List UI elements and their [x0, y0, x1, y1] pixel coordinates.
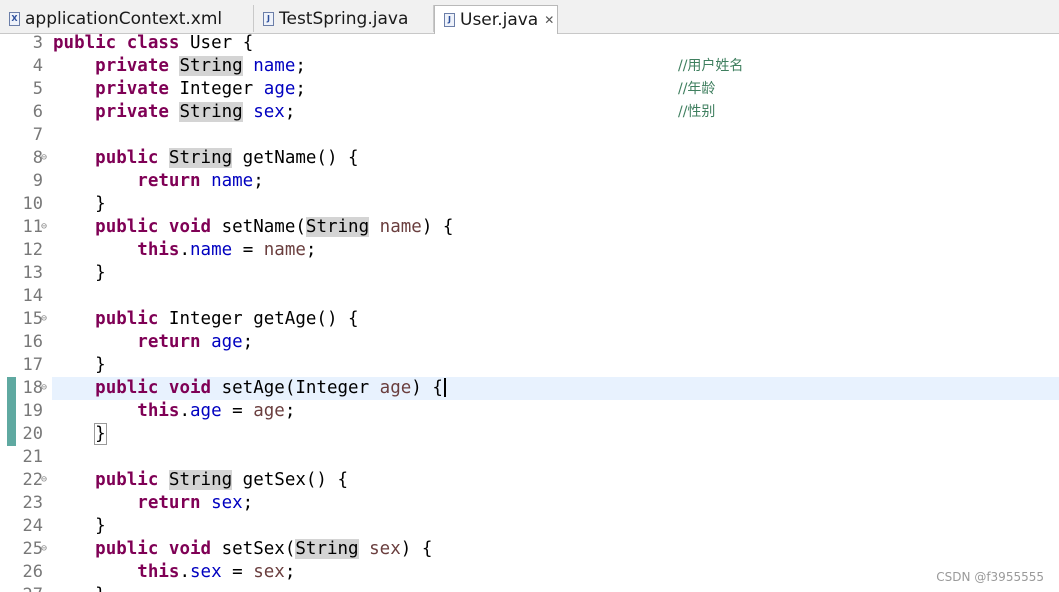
- line-number: 21: [22, 447, 43, 467]
- line-number: 16: [22, 332, 43, 352]
- line-number: 9: [32, 171, 43, 191]
- line-number: 6: [32, 102, 43, 122]
- tab-testspring-java[interactable]: J TestSpring.java: [254, 5, 434, 32]
- code-line: 17 }: [0, 354, 1059, 377]
- code-line: 8 ⊖ public String getName() {: [0, 147, 1059, 170]
- code-text: return age;: [137, 332, 254, 352]
- line-number: 3: [32, 34, 43, 53]
- code-line: 25 ⊖ public void setSex(String sex) {: [0, 538, 1059, 561]
- line-number: 7: [32, 125, 43, 145]
- code-line: 11 ⊖ public void setName(String name) {: [0, 216, 1059, 239]
- code-text: public String getName() {: [95, 148, 359, 168]
- code-line: 14: [0, 285, 1059, 308]
- line-number: 17: [22, 355, 43, 375]
- fold-icon[interactable]: ⊖: [41, 383, 47, 393]
- fold-icon[interactable]: ⊖: [41, 544, 47, 554]
- code-line: 9 return name;: [0, 170, 1059, 193]
- code-text: private String sex;: [95, 102, 296, 122]
- code-comment: //年龄: [678, 81, 716, 97]
- code-comment: //性别: [678, 104, 716, 120]
- xml-file-icon: X: [9, 11, 20, 26]
- line-number: 24: [22, 516, 43, 536]
- code-line: 5 private Integer age; //年龄: [0, 78, 1059, 101]
- line-number: 4: [32, 56, 43, 76]
- close-icon[interactable]: ✕: [544, 13, 554, 27]
- line-number: 10: [22, 194, 43, 214]
- text-caret: [443, 378, 446, 397]
- tab-label: User.java: [460, 10, 539, 30]
- code-text: this.name = name;: [137, 240, 317, 260]
- code-text: }: [95, 355, 106, 375]
- code-text: private String name;: [95, 56, 306, 76]
- line-number: 11: [22, 217, 43, 237]
- code-line: 3 public class User {: [0, 34, 1059, 55]
- code-text: public Integer getAge() {: [95, 309, 359, 329]
- line-number: 22: [22, 470, 43, 490]
- code-text: public String getSex() {: [95, 470, 349, 490]
- tab-applicationcontext-xml[interactable]: X applicationContext.xml: [0, 5, 254, 32]
- matching-bracket: }: [94, 423, 107, 445]
- code-text: }: [53, 584, 106, 592]
- code-text: }: [53, 423, 107, 446]
- code-text: public void setName(String name) {: [95, 217, 454, 237]
- code-line: 10 }: [0, 193, 1059, 216]
- fold-icon[interactable]: ⊖: [41, 314, 47, 324]
- code-text: this.sex = sex;: [137, 562, 296, 582]
- code-text: }: [95, 194, 106, 214]
- line-number: 14: [22, 286, 43, 306]
- line-number: 8: [32, 148, 43, 168]
- code-text: }: [95, 516, 106, 536]
- tab-label: applicationContext.xml: [25, 8, 223, 29]
- editor-tab-bar: X applicationContext.xml J TestSpring.ja…: [0, 0, 1059, 34]
- line-number: 25: [22, 539, 43, 559]
- line-number: 19: [22, 401, 43, 421]
- code-text: this.age = age;: [137, 401, 296, 421]
- code-line: 26 this.sex = sex;: [0, 561, 1059, 584]
- code-text: public void setSex(String sex) {: [95, 539, 433, 559]
- line-number: 18: [22, 378, 43, 398]
- line-number: 5: [32, 79, 43, 99]
- tab-label: TestSpring.java: [279, 8, 409, 29]
- line-number: 12: [22, 240, 43, 260]
- line-number: 20: [22, 424, 43, 444]
- line-number: 23: [22, 493, 43, 513]
- code-comment: //用户姓名: [678, 58, 744, 74]
- line-number: 15: [22, 309, 43, 329]
- line-number: 26: [22, 562, 43, 582]
- tab-user-java[interactable]: J User.java ✕: [434, 5, 558, 34]
- code-editor[interactable]: 3 public class User { 4 private String n…: [0, 34, 1059, 592]
- code-line: 13 }: [0, 262, 1059, 285]
- code-line: 4 private String name; //用户姓名: [0, 55, 1059, 78]
- code-text: }: [95, 263, 106, 283]
- code-line: 23 return sex;: [0, 492, 1059, 515]
- code-line: 21: [0, 446, 1059, 469]
- line-number: 13: [22, 263, 43, 283]
- code-text: return name;: [137, 171, 264, 191]
- fold-icon[interactable]: ⊖: [41, 153, 47, 163]
- fold-icon[interactable]: ⊖: [41, 475, 47, 485]
- watermark: CSDN @f3955555: [936, 570, 1044, 584]
- code-line: 19 this.age = age;: [0, 400, 1059, 423]
- fold-icon[interactable]: ⊖: [41, 222, 47, 232]
- code-text: public class User {: [53, 34, 254, 53]
- java-file-icon: J: [263, 11, 274, 26]
- code-line: 22 ⊖ public String getSex() {: [0, 469, 1059, 492]
- code-line-current: 18 ⊖ public void setAge(Integer age) {: [0, 377, 1059, 400]
- code-line: 15 ⊖ public Integer getAge() {: [0, 308, 1059, 331]
- code-line: 16 return age;: [0, 331, 1059, 354]
- line-number: 27: [0, 584, 43, 592]
- code-line: 7: [0, 124, 1059, 147]
- code-line: 24 }: [0, 515, 1059, 538]
- code-text: private Integer age;: [95, 79, 306, 99]
- code-line: 27 }: [0, 584, 1059, 592]
- code-text: public void setAge(Integer age) {: [53, 377, 446, 400]
- code-line: 20 }: [0, 423, 1059, 446]
- code-line: 6 private String sex; //性别: [0, 101, 1059, 124]
- code-line: 12 this.name = name;: [0, 239, 1059, 262]
- code-text: return sex;: [137, 493, 254, 513]
- java-file-icon: J: [444, 13, 455, 27]
